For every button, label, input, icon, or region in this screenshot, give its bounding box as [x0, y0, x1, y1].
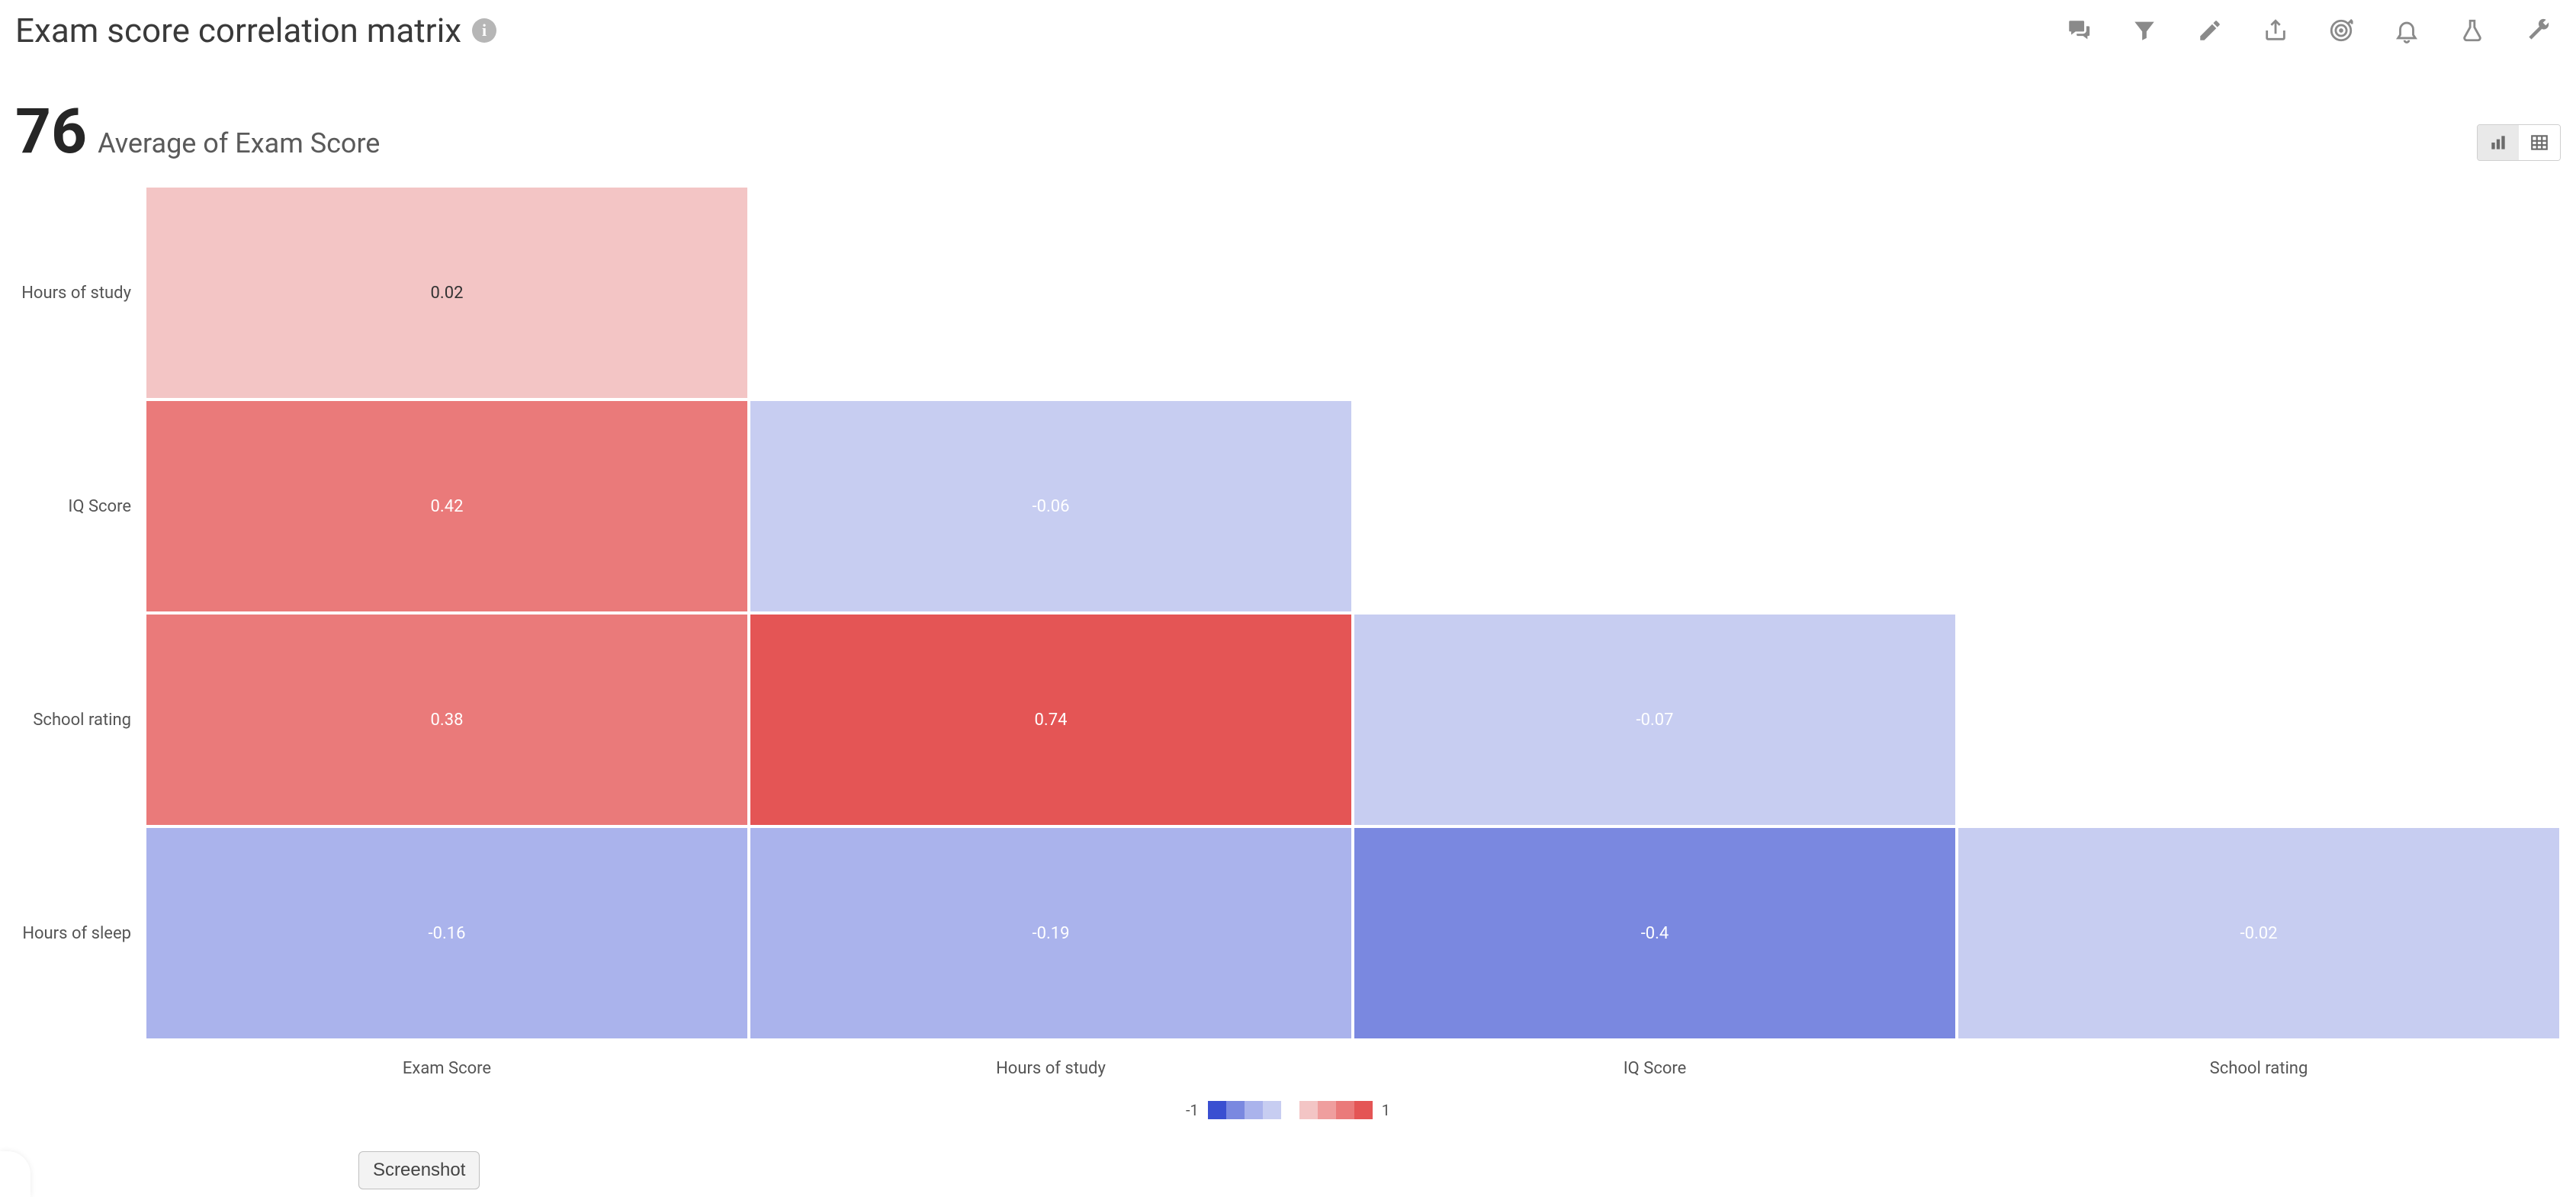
filter-icon[interactable]	[2129, 15, 2160, 46]
row-label: IQ Score	[15, 400, 145, 613]
pencil-icon[interactable]	[2195, 15, 2225, 46]
heatmap-cell[interactable]: -0.07	[1353, 613, 1957, 826]
kpi-label: Average of Exam Score	[98, 127, 380, 159]
heatmap-cell-empty	[1957, 400, 2561, 613]
column-label: School rating	[1957, 1040, 2561, 1086]
legend-swatch	[1226, 1101, 1245, 1119]
info-icon[interactable]: i	[472, 18, 496, 43]
color-legend: -1 1	[15, 1101, 2561, 1119]
correlation-heatmap: Hours of study0.02IQ Score0.42-0.06Schoo…	[15, 186, 2561, 1119]
row-label: Hours of sleep	[15, 826, 145, 1040]
flask-icon[interactable]	[2457, 15, 2488, 46]
screenshot-button[interactable]: Screenshot	[358, 1151, 480, 1189]
decorative-corner	[0, 1151, 31, 1197]
bell-icon[interactable]	[2391, 15, 2422, 46]
row-label: Hours of study	[15, 186, 145, 400]
heatmap-cell-empty	[749, 186, 1353, 400]
target-icon[interactable]	[2326, 15, 2356, 46]
heatmap-cell-empty	[1957, 186, 2561, 400]
legend-swatch	[1208, 1101, 1226, 1119]
heatmap-cell[interactable]: -0.02	[1957, 826, 2561, 1040]
heatmap-cell-empty	[1353, 186, 1957, 400]
row-label: School rating	[15, 613, 145, 826]
kpi-value: 76	[15, 101, 87, 163]
legend-max-label: 1	[1382, 1101, 1390, 1119]
heatmap-cell[interactable]: 0.02	[145, 186, 749, 400]
heatmap-cell[interactable]: -0.4	[1353, 826, 1957, 1040]
legend-swatch	[1354, 1101, 1373, 1119]
column-label: Exam Score	[145, 1040, 749, 1086]
view-chart-button[interactable]	[2478, 125, 2519, 160]
legend-swatch	[1245, 1101, 1263, 1119]
page-title: Exam score correlation matrix	[15, 11, 461, 50]
heatmap-cell[interactable]: 0.38	[145, 613, 749, 826]
legend-swatch	[1299, 1101, 1318, 1119]
heatmap-cell[interactable]: -0.19	[749, 826, 1353, 1040]
view-toggle	[2477, 124, 2561, 161]
toolbar	[2064, 15, 2561, 46]
wrench-icon[interactable]	[2523, 15, 2553, 46]
share-icon[interactable]	[2260, 15, 2291, 46]
heatmap-cell[interactable]: 0.42	[145, 400, 749, 613]
column-label: Hours of study	[749, 1040, 1353, 1086]
heatmap-cell[interactable]: 0.74	[749, 613, 1353, 826]
view-table-button[interactable]	[2519, 125, 2560, 160]
heatmap-cell[interactable]: -0.06	[749, 400, 1353, 613]
legend-swatch	[1263, 1101, 1281, 1119]
legend-min-label: -1	[1186, 1101, 1199, 1119]
heatmap-cell-empty	[1353, 400, 1957, 613]
chat-icon[interactable]	[2064, 15, 2094, 46]
heatmap-cell-empty	[1957, 613, 2561, 826]
legend-swatch	[1336, 1101, 1354, 1119]
legend-swatch	[1318, 1101, 1336, 1119]
column-label: IQ Score	[1353, 1040, 1957, 1086]
heatmap-cell[interactable]: -0.16	[145, 826, 749, 1040]
